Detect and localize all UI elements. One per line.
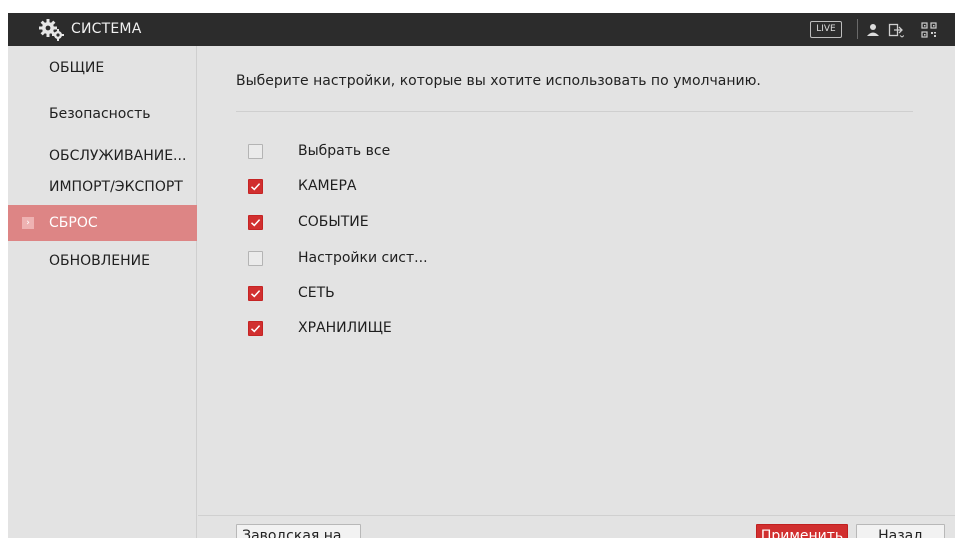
instruction-text: Выберите настройки, которые вы хотите ис… bbox=[236, 73, 761, 89]
checkmark-icon bbox=[250, 219, 261, 227]
sidebar-item-update[interactable]: ОБНОВЛЕНИЕ bbox=[8, 243, 197, 279]
sidebar-item-label: ОБНОВЛЕНИЕ bbox=[49, 253, 150, 269]
sidebar-item-label: СБРОС bbox=[49, 215, 98, 231]
factory-default-button[interactable]: Заводская на... bbox=[236, 524, 361, 538]
gears-icon bbox=[39, 19, 64, 41]
option-label: СОБЫТИЕ bbox=[298, 214, 369, 230]
option-label: СЕТЬ bbox=[298, 285, 335, 301]
sidebar-item-label: Безопасность bbox=[49, 106, 151, 122]
checkbox-storage[interactable] bbox=[248, 321, 263, 336]
qr-code-icon[interactable] bbox=[921, 22, 937, 38]
logout-icon[interactable] bbox=[888, 22, 904, 38]
system-window: СИСТЕМА LIVE ОБЩИЕ Безопасность ОБСЛУЖИВ… bbox=[8, 13, 955, 538]
checkbox-network[interactable] bbox=[248, 286, 263, 301]
checkbox-event[interactable] bbox=[248, 215, 263, 230]
sidebar-item-general[interactable]: ОБЩИЕ bbox=[8, 50, 197, 86]
option-label: ХРАНИЛИЩЕ bbox=[298, 320, 392, 336]
sidebar-item-reset[interactable]: › СБРОС bbox=[8, 205, 197, 241]
back-button[interactable]: Назад bbox=[856, 524, 945, 538]
chevron-right-icon: › bbox=[22, 217, 34, 229]
sidebar-item-import-export[interactable]: ИМПОРТ/ЭКСПОРТ bbox=[8, 169, 197, 205]
option-label: КАМЕРА bbox=[298, 178, 357, 194]
checkbox-system-settings[interactable] bbox=[248, 251, 263, 266]
checkbox-select-all[interactable] bbox=[248, 144, 263, 159]
apply-button[interactable]: Применить bbox=[756, 524, 848, 538]
footer-divider bbox=[198, 515, 955, 516]
header-divider bbox=[857, 19, 858, 39]
divider bbox=[236, 111, 913, 112]
checkbox-camera[interactable] bbox=[248, 179, 263, 194]
top-bar: СИСТЕМА LIVE bbox=[8, 13, 955, 46]
sidebar-item-label: ОБСЛУЖИВАНИЕ... bbox=[49, 148, 187, 164]
checkmark-icon bbox=[250, 325, 261, 333]
reset-panel: Выберите настройки, которые вы хотите ис… bbox=[198, 46, 955, 538]
sidebar-item-security[interactable]: Безопасность bbox=[8, 96, 197, 132]
sidebar: ОБЩИЕ Безопасность ОБСЛУЖИВАНИЕ... ИМПОР… bbox=[8, 46, 197, 538]
checkmark-icon bbox=[250, 290, 261, 298]
option-label: Выбрать все bbox=[298, 143, 391, 159]
option-label: Настройки сист... bbox=[298, 250, 428, 266]
live-button[interactable]: LIVE bbox=[810, 21, 842, 38]
sidebar-item-label: ОБЩИЕ bbox=[49, 60, 105, 76]
checkmark-icon bbox=[250, 183, 261, 191]
user-icon[interactable] bbox=[865, 22, 881, 38]
sidebar-item-label: ИМПОРТ/ЭКСПОРТ bbox=[49, 179, 183, 195]
page-title: СИСТЕМА bbox=[71, 21, 142, 37]
